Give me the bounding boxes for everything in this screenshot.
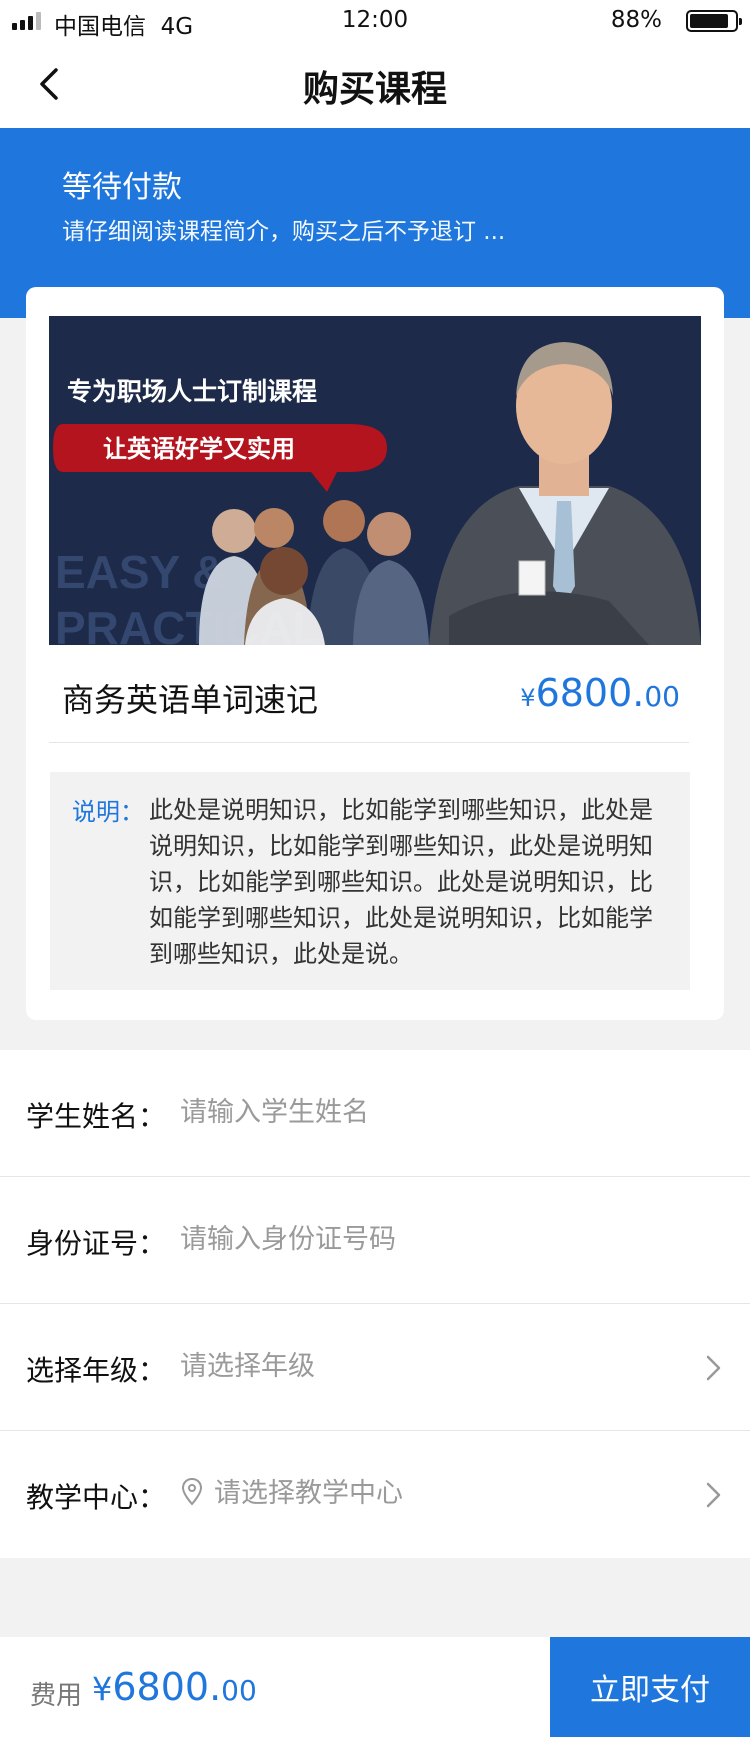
image-tagline: 让英语好学又实用 xyxy=(103,435,295,463)
course-card: EASY & PRACTICAL 专为职场人士订制课程 让英语好学又实用 商务英… xyxy=(26,287,724,1020)
student-name-input[interactable] xyxy=(180,1086,680,1138)
fee-currency: ¥ xyxy=(92,1670,113,1708)
id-number-input[interactable] xyxy=(180,1213,680,1265)
price-integer: 6800. xyxy=(535,671,645,715)
grade-select[interactable] xyxy=(180,1340,680,1392)
grade-label: 选择年级： xyxy=(26,1354,167,1387)
price-currency: ¥ xyxy=(520,684,536,712)
student-name-row: 学生姓名： xyxy=(0,1050,750,1177)
grade-row[interactable]: 选择年级： xyxy=(0,1304,750,1431)
fee-integer: 6800. xyxy=(112,1665,222,1709)
status-bar: 中国电信 4G 12:00 88% xyxy=(0,0,750,42)
id-number-row: 身份证号： xyxy=(0,1177,750,1304)
description-box: 说明： 此处是说明知识，比如能学到哪些知识，此处是说明知识，比如能学到哪些知识，… xyxy=(50,772,690,990)
fee-amount: ¥6800.00 xyxy=(92,1665,257,1709)
image-headline: 专为职场人士订制课程 xyxy=(67,377,317,406)
teaching-center-select[interactable] xyxy=(214,1467,674,1519)
price-decimal: 00 xyxy=(644,680,680,713)
battery-icon xyxy=(686,10,742,32)
chevron-right-icon xyxy=(706,1482,721,1508)
description-text: 此处是说明知识，比如能学到哪些知识，此处是说明知识，比如能学到哪些知识，此处是说… xyxy=(149,796,653,968)
pay-now-button[interactable]: 立即支付 xyxy=(550,1637,750,1737)
nav-bar: 购买课程 xyxy=(0,42,750,128)
location-pin-icon xyxy=(181,1477,203,1506)
teaching-center-row[interactable]: 教学中心： xyxy=(0,1431,750,1558)
battery-percent: 88% xyxy=(610,7,662,33)
order-form: 学生姓名： 身份证号： 选择年级： 教学中心： xyxy=(0,1050,750,1558)
course-name: 商务英语单词速记 xyxy=(62,681,319,719)
course-image: EASY & PRACTICAL 专为职场人士订制课程 让英语好学又实用 xyxy=(49,316,701,645)
banner-subtitle: 请仔细阅读课程简介，购买之后不予退订 ... xyxy=(62,219,506,245)
fee-label: 费用 xyxy=(30,1681,83,1711)
course-price: ¥6800.00 xyxy=(520,671,680,715)
teaching-center-label: 教学中心： xyxy=(26,1481,167,1514)
student-name-label: 学生姓名： xyxy=(26,1100,167,1133)
id-number-label: 身份证号： xyxy=(26,1227,167,1260)
fee-decimal: 00 xyxy=(221,1674,257,1707)
description-label: 说明： xyxy=(72,798,144,826)
page-title: 购买课程 xyxy=(302,69,447,110)
divider xyxy=(49,742,689,743)
banner-title: 等待付款 xyxy=(62,170,182,205)
course-image-art: EASY & PRACTICAL 专为职场人士订制课程 让英语好学又实用 xyxy=(49,316,701,645)
checkout-bar: 费用 ¥6800.00 立即支付 xyxy=(0,1637,750,1737)
image-watermark: EASY & xyxy=(55,546,225,598)
chevron-right-icon xyxy=(706,1355,721,1381)
